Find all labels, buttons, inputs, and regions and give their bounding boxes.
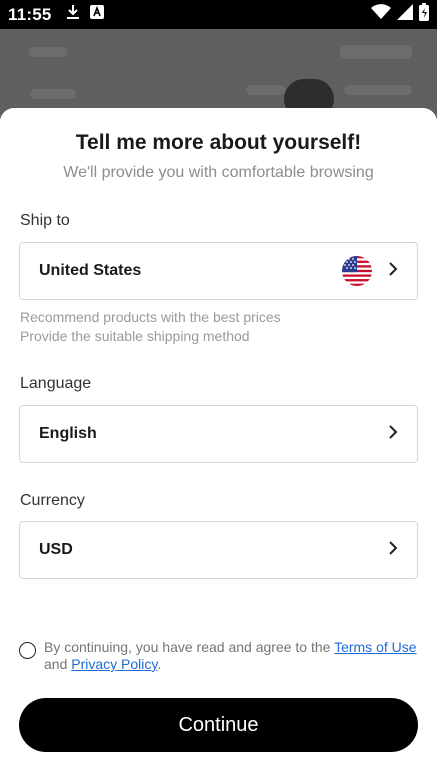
- continue-button[interactable]: Continue: [19, 698, 418, 752]
- chevron-right-icon: [388, 424, 398, 445]
- download-icon: [66, 4, 80, 25]
- status-bar: 11:55: [0, 0, 437, 29]
- ship-to-label: Ship to: [20, 212, 70, 229]
- agreement-prefix: By continuing, you have read and agree t…: [44, 639, 335, 655]
- ship-to-value: United States: [39, 262, 142, 279]
- currency-label: Currency: [20, 492, 85, 509]
- agreement-text: By continuing, you have read and agree t…: [44, 639, 419, 673]
- us-flag-icon: [342, 256, 372, 286]
- battery-icon: [419, 3, 429, 26]
- currency-selector[interactable]: USD: [19, 521, 418, 579]
- language-value: English: [39, 425, 97, 442]
- ship-to-hint-shipping: Provide the suitable shipping method: [20, 328, 250, 344]
- agreement-and: and: [44, 656, 72, 672]
- status-time: 11:55: [8, 4, 52, 24]
- ship-to-selector[interactable]: United States: [19, 242, 418, 300]
- chevron-right-icon: [388, 261, 398, 282]
- ship-to-hint-prices: Recommend products with the best prices: [20, 309, 281, 325]
- agreement-row: By continuing, you have read and agree t…: [19, 639, 419, 673]
- sheet-subtitle: We'll provide you with comfortable brows…: [63, 164, 374, 181]
- dimmed-background[interactable]: [0, 29, 437, 119]
- privacy-policy-link[interactable]: Privacy Policy: [71, 656, 157, 672]
- chevron-right-icon: [388, 540, 398, 561]
- agree-radio[interactable]: [19, 642, 36, 659]
- agreement-suffix: .: [157, 656, 162, 672]
- sheet-title: Tell me more about yourself!: [75, 131, 362, 154]
- app-store-icon: [89, 5, 104, 24]
- language-label: Language: [20, 375, 92, 392]
- terms-of-use-link[interactable]: Terms of Use: [334, 639, 416, 655]
- wifi-icon: [371, 4, 391, 25]
- currency-value: USD: [39, 541, 73, 558]
- signal-icon: [397, 4, 413, 25]
- language-selector[interactable]: English: [19, 405, 418, 463]
